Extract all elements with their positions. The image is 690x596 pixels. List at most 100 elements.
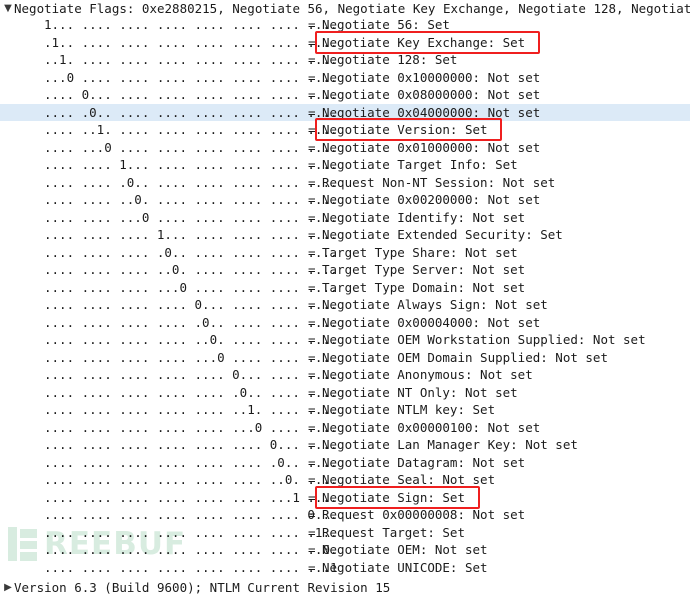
flag-equals-sign: = [308, 244, 316, 260]
flag-label: Negotiate 0x00200000: Not set [322, 192, 541, 207]
flag-row[interactable]: .... .... .... .... .... .... .0.. .... =… [0, 454, 690, 471]
flag-equals-sign: = [308, 367, 316, 382]
flag-bit-pattern: .... .... .... ...0 .... .... .... .... [44, 279, 338, 295]
flag-bit-pattern: ..1. .... .... .... .... .... .... .... [44, 52, 338, 67]
flag-row[interactable]: .... .... .... .... .... .... ...1 .... =… [0, 489, 690, 506]
tree-root-row[interactable]: ▼ Negotiate Flags: 0xe2880215, Negotiate … [0, 0, 690, 17]
flag-label: Negotiate Seal: Not set [322, 472, 496, 487]
flag-bit-pattern: .... .... ..0. .... .... .... .... .... [44, 192, 338, 207]
flag-row[interactable]: .... .... .... .... ...0 .... .... .... =… [0, 349, 690, 366]
flag-equals-sign: = [308, 472, 316, 487]
flag-row[interactable]: .... .... .... ..0. .... .... .... .... =… [0, 261, 690, 278]
flag-label: Negotiate Identify: Not set [322, 209, 526, 225]
flag-equals-sign: = [308, 437, 316, 452]
flag-equals-sign: = [308, 384, 316, 400]
flag-bit-pattern: .... .... .... .... .... ..1. .... .... [44, 402, 338, 417]
protocol-detail-tree[interactable]: REEBUF ▼ Negotiate Flags: 0xe2880215, Neg… [0, 0, 690, 595]
flag-label: Target Type Server: Not set [322, 262, 526, 277]
flag-row[interactable]: .... .... .... .... .... ..1. .... .... =… [0, 401, 690, 418]
chevron-right-icon[interactable]: ▶ [2, 579, 14, 596]
flag-label: Negotiate Datagram: Not set [322, 454, 526, 470]
flag-label: Request Target: Set [322, 524, 465, 540]
flag-label: Negotiate UNICODE: Set [322, 559, 488, 575]
flag-equals-sign: = [308, 157, 316, 172]
flag-row[interactable]: .... .... .... .... 0... .... .... .... =… [0, 296, 690, 313]
flag-row[interactable]: .... .... .... 1... .... .... .... .... =… [0, 226, 690, 243]
flag-bit-pattern: .... ..1. .... .... .... .... .... .... [44, 122, 338, 137]
flag-row[interactable]: .... .0.. .... .... .... .... .... .... =… [0, 103, 690, 121]
flag-label: Negotiate NTLM key: Set [322, 402, 496, 417]
flag-label: Negotiate 56: Set [322, 17, 450, 32]
flag-bit-pattern: .... .... .... .... .... .... 0... .... [44, 437, 338, 452]
flag-row[interactable]: .... .... .0.. .... .... .... .... .... =… [0, 174, 690, 191]
flag-label: Negotiate 128: Set [322, 52, 458, 67]
flag-label: Negotiate Key Exchange: Set [322, 34, 526, 50]
flag-equals-sign: = [308, 192, 316, 207]
flag-row[interactable]: .... .... .... ...0 .... .... .... .... =… [0, 279, 690, 296]
flag-row[interactable]: .... .... .... .... .... .... 0... .... =… [0, 436, 690, 453]
flag-row[interactable]: 1... .... .... .... .... .... .... .... =… [0, 16, 690, 33]
flag-row[interactable]: .... ..1. .... .... .... .... .... .... =… [0, 121, 690, 138]
flag-bit-pattern: .... .... .... .... .... .... ...1 .... [44, 489, 338, 505]
flag-row[interactable]: .... ...0 .... .... .... .... .... .... =… [0, 139, 690, 156]
flag-row[interactable]: .... .... .... .... .... .... ..0. .... =… [0, 471, 690, 488]
flag-bit-pattern: .... .... .... .... .... .... .0.. .... [44, 454, 338, 470]
flag-row[interactable]: .... 0... .... .... .... .... .... .... =… [0, 86, 690, 103]
flag-equals-sign: = [308, 542, 316, 557]
flag-bit-pattern: .... .... .... .... .... .... .... ...1 [44, 559, 338, 575]
flag-label: Negotiate Lan Manager Key: Not set [322, 437, 578, 452]
flag-label: Negotiate 0x00000100: Not set [322, 419, 541, 435]
flag-equals-sign: = [308, 227, 316, 242]
flag-equals-sign: = [308, 69, 316, 85]
flag-label: Negotiate 0x10000000: Not set [322, 69, 541, 85]
flag-row[interactable]: .... .... .... .0.. .... .... .... .... =… [0, 244, 690, 261]
flag-row[interactable]: .... .... .... .... .... .... .... ...1 =… [0, 559, 690, 576]
flag-row[interactable]: .... .... .... .... .... .0.. .... .... =… [0, 384, 690, 401]
flag-row[interactable]: .... .... .... .... .... 0... .... .... =… [0, 366, 690, 383]
flag-bit-pattern: ...0 .... .... .... .... .... .... .... [44, 69, 338, 85]
flag-row[interactable]: .... .... .... .... .... .... .... ..0. =… [0, 541, 690, 558]
flag-bit-pattern: .... .... .... .... .0.. .... .... .... [44, 314, 338, 330]
flag-row[interactable]: .... .... .... .... .... .... .... .1.. =… [0, 524, 690, 541]
flag-label: Target Type Domain: Not set [322, 279, 526, 295]
flag-equals-sign: = [308, 52, 316, 67]
flag-row[interactable]: .... .... ..0. .... .... .... .... .... =… [0, 191, 690, 208]
flag-bit-pattern: .... .... .... ..0. .... .... .... .... [44, 262, 338, 277]
flag-bit-pattern: .... .... .... 1... .... .... .... .... [44, 227, 338, 242]
flag-label: Negotiate 0x04000000: Not set [322, 104, 541, 120]
flag-bit-pattern: .... 0... .... .... .... .... .... .... [44, 87, 338, 102]
flag-equals-sign: = [308, 349, 316, 365]
flag-bit-pattern: .... .... .... .... .... ...0 .... .... [44, 419, 338, 435]
flag-label: Request 0x00000008: Not set [322, 507, 526, 522]
flag-equals-sign: = [308, 174, 316, 190]
flag-bit-pattern: .... .... .... .... 0... .... .... .... [44, 297, 338, 312]
flag-equals-sign: = [308, 209, 316, 225]
flag-label: Negotiate OEM Workstation Supplied: Not … [322, 332, 646, 347]
tree-footer-row[interactable]: ▶ Version 6.3 (Build 9600); NTLM Current … [0, 579, 690, 596]
flag-label: Negotiate Extended Security: Set [322, 227, 563, 242]
chevron-down-icon[interactable]: ▼ [2, 0, 14, 17]
flag-row[interactable]: .... .... 1... .... .... .... .... .... =… [0, 156, 690, 173]
flag-row[interactable]: .... .... .... .... ..0. .... .... .... =… [0, 331, 690, 348]
flag-equals-sign: = [308, 489, 316, 505]
flag-bit-pattern: .... .... .... .... .... .... .... .1.. [44, 524, 338, 540]
flag-row[interactable]: .1.. .... .... .... .... .... .... .... =… [0, 34, 690, 51]
flag-bit-pattern: .... .... .... .... .... .... ..0. .... [44, 472, 338, 487]
flag-row[interactable]: .... .... .... .... .... .... .... 0... =… [0, 506, 690, 523]
flag-row[interactable]: ...0 .... .... .... .... .... .... .... =… [0, 69, 690, 86]
flag-row[interactable]: .... .... .... .... .... ...0 .... .... =… [0, 419, 690, 436]
flag-equals-sign: = [308, 122, 316, 137]
flag-equals-sign: = [308, 262, 316, 277]
flag-equals-sign: = [308, 139, 316, 155]
flag-row[interactable]: .... .... ...0 .... .... .... .... .... =… [0, 209, 690, 226]
flag-equals-sign: = [308, 524, 316, 540]
flag-label: Negotiate Sign: Set [322, 489, 465, 505]
flag-label: Negotiate Anonymous: Not set [322, 367, 533, 382]
flag-row[interactable]: ..1. .... .... .... .... .... .... .... =… [0, 51, 690, 68]
flag-label: Negotiate Version: Set [322, 122, 488, 137]
flag-bit-pattern: .... .... .0.. .... .... .... .... .... [44, 174, 338, 190]
flag-bit-pattern: .... .... .... .... .... .... .... ..0. [44, 542, 338, 557]
flag-equals-sign: = [308, 104, 316, 120]
flag-row[interactable]: .... .... .... .... .0.. .... .... .... =… [0, 314, 690, 331]
flag-equals-sign: = [308, 297, 316, 312]
